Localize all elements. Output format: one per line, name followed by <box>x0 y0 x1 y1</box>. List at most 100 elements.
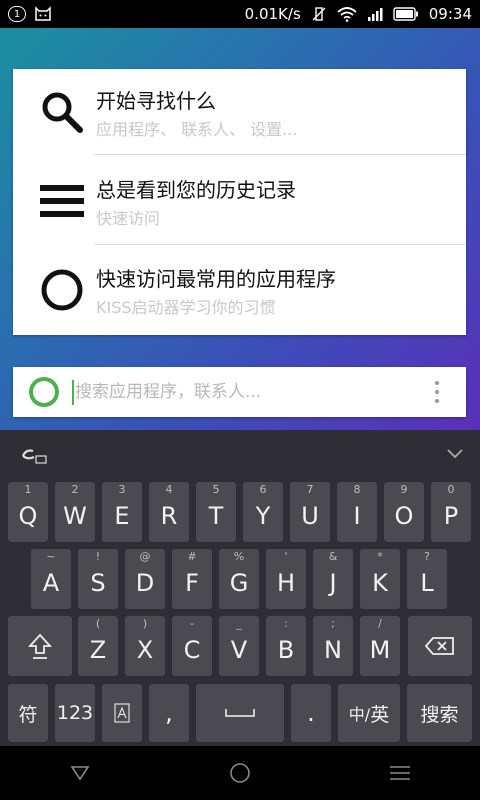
key-label: G <box>229 569 249 597</box>
key-label: C <box>183 636 201 664</box>
emoji-key[interactable] <box>102 684 142 742</box>
key-n[interactable]: ; N <box>313 616 353 676</box>
divider <box>94 244 466 245</box>
key-g[interactable]: % G <box>219 549 259 609</box>
backspace-icon <box>425 637 454 655</box>
signal-icon <box>367 8 383 21</box>
circle-icon <box>39 267 85 313</box>
hint-row-frequent[interactable]: 快速访问最常用的应用程序 KISS启动器学习你的习惯 <box>13 247 466 335</box>
key-e[interactable]: 3E <box>102 482 142 542</box>
key-label: F <box>185 569 199 597</box>
network-speed: 0.01K/s <box>244 5 301 23</box>
key-t[interactable]: 5T <box>196 482 236 542</box>
key-w[interactable]: 2W <box>55 482 95 542</box>
key-label: X <box>136 636 154 664</box>
key-o[interactable]: 9O <box>384 482 424 542</box>
shift-key[interactable] <box>8 616 72 676</box>
vibrate-off-icon <box>312 7 326 21</box>
key-z[interactable]: (Z <box>78 616 118 676</box>
key-label: L <box>420 569 434 597</box>
space-key[interactable] <box>196 684 284 742</box>
hint-title: 开始寻找什么 <box>96 89 216 113</box>
key-j[interactable]: & J <box>313 549 353 609</box>
cat-icon <box>35 6 51 21</box>
key-u[interactable]: 7U <box>290 482 330 542</box>
status-bar: 1 0.01K/s 09:34 <box>0 0 480 28</box>
divider <box>94 154 466 155</box>
key-label: Q <box>18 502 38 530</box>
hint-row-search[interactable]: 开始寻找什么 应用程序、 联系人、 设置... <box>13 69 466 157</box>
key-s[interactable]: ! S <box>78 549 118 609</box>
key-i[interactable]: 8I <box>337 482 377 542</box>
comma-key[interactable]: , <box>149 684 189 742</box>
key-label: M <box>369 636 391 664</box>
key-a[interactable]: ~ A <box>31 549 71 609</box>
key-p[interactable]: 0P <box>431 482 471 542</box>
hint-title: 总是看到您的历史记录 <box>96 178 296 202</box>
home-circle-icon <box>230 763 250 783</box>
home-button[interactable] <box>220 753 260 793</box>
hint-row-history[interactable]: 总是看到您的历史记录 快速访问 <box>13 158 466 246</box>
key-label: V <box>230 636 248 664</box>
key-hint: 7 <box>306 483 314 496</box>
key-c[interactable]: -C <box>172 616 212 676</box>
numbers-key[interactable]: 123 <box>55 684 95 742</box>
key-label: Y <box>255 502 271 530</box>
key-hint: 3 <box>118 483 126 496</box>
launcher-circle-icon[interactable] <box>29 377 59 407</box>
symbols-key[interactable]: 符 <box>8 684 48 742</box>
search-input[interactable] <box>75 376 415 408</box>
key-label: O <box>394 502 414 530</box>
key-b[interactable]: :B <box>266 616 306 676</box>
menu-icon <box>390 766 410 780</box>
key-hint: ( <box>95 617 101 630</box>
key-y[interactable]: 6Y <box>243 482 283 542</box>
key-label: D <box>135 569 155 597</box>
hint-subtitle: 快速访问 <box>96 209 161 228</box>
chevron-down-icon[interactable] <box>446 448 464 460</box>
shift-icon <box>27 633 53 659</box>
key-h[interactable]: ' H <box>266 549 306 609</box>
key-label: I <box>353 502 361 530</box>
language-switch-key[interactable]: 中/英 <box>338 684 400 742</box>
notification-count-badge: 1 <box>8 6 26 22</box>
search-bar <box>13 367 466 417</box>
key-m[interactable]: / M <box>360 616 400 676</box>
key-label: H <box>276 569 296 597</box>
key-l[interactable]: ? L <box>407 549 447 609</box>
key-r[interactable]: 4R <box>149 482 189 542</box>
keyboard-logo-icon[interactable] <box>20 446 50 466</box>
navigation-bar <box>0 746 480 800</box>
key-f[interactable]: # F <box>172 549 212 609</box>
key-label: Z <box>89 636 107 664</box>
key-v[interactable]: _ V <box>219 616 259 676</box>
key-k[interactable]: * K <box>360 549 400 609</box>
backspace-key[interactable] <box>408 616 472 676</box>
key-hint: 6 <box>259 483 267 496</box>
soft-keyboard: 1Q2W3E4R5T6Y7U8I9O0P ~ A! S @ D # F% G ' H & J * K? L … <box>0 430 480 746</box>
key-label: A <box>42 569 60 597</box>
menu-button[interactable] <box>380 753 420 793</box>
key-label: R <box>160 502 178 530</box>
key-hint: _ <box>236 617 242 630</box>
key-x[interactable]: ) X <box>125 616 165 676</box>
back-triangle-icon <box>70 766 90 781</box>
back-button[interactable] <box>60 753 100 793</box>
key-hint: : <box>284 617 288 630</box>
battery-icon <box>393 7 418 21</box>
search-key[interactable]: 搜索 <box>407 684 472 742</box>
key-hint: * <box>377 550 383 563</box>
period-key[interactable]: . <box>291 684 331 742</box>
key-d[interactable]: @ D <box>125 549 165 609</box>
key-label: S <box>90 569 106 597</box>
key-hint: & <box>328 550 338 563</box>
hint-title: 快速访问最常用的应用程序 <box>96 267 336 291</box>
key-q[interactable]: 1Q <box>8 482 48 542</box>
key-label: T <box>208 502 224 530</box>
key-hint: ; <box>331 617 335 630</box>
keyboard-toolbar <box>0 430 480 478</box>
lang-label-cn: 中/ <box>348 705 371 724</box>
hint-card: 开始寻找什么 应用程序、 联系人、 设置... 总是看到您的历史记录 快速访问 … <box>13 69 466 335</box>
key-hint: 0 <box>447 483 455 496</box>
overflow-menu-icon[interactable] <box>433 381 441 403</box>
